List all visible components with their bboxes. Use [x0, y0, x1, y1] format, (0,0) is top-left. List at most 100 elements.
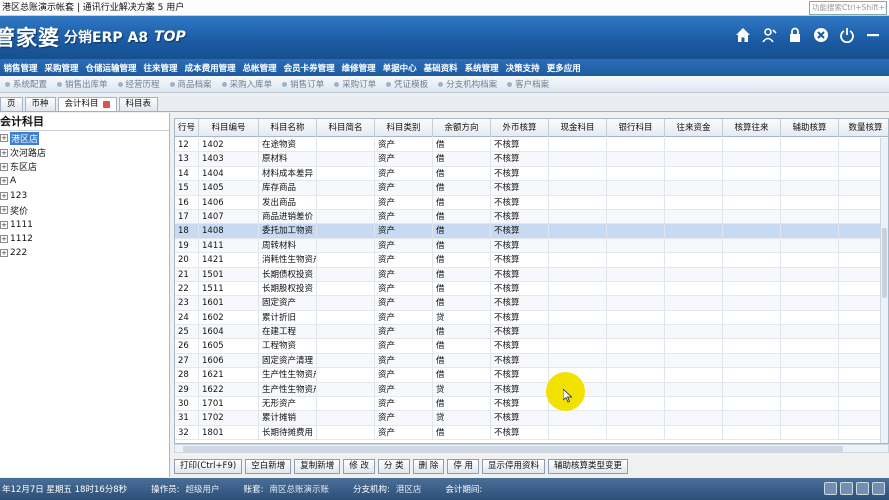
tab[interactable]: 会计科目: [57, 97, 117, 111]
expand-icon[interactable]: +: [0, 177, 8, 186]
table-row[interactable]: 22 1511 长期股权投资 资产借不核算: [175, 281, 887, 297]
table-row[interactable]: 26 1605 工程物资 资产借不核算: [175, 339, 887, 354]
action-button[interactable]: 修 改: [343, 458, 375, 474]
table-row[interactable]: 23 1601 固定资产 资产借不核算: [175, 296, 887, 311]
menu-item[interactable]: 决策支持: [502, 62, 543, 74]
status-tool-icon[interactable]: [824, 482, 837, 495]
quick-link[interactable]: 系统配置: [0, 78, 52, 90]
action-button[interactable]: 删 除: [412, 458, 445, 474]
vertical-scrollbar[interactable]: [880, 138, 888, 443]
action-button[interactable]: 停 用: [447, 458, 480, 474]
table-row[interactable]: 16 1406 发出商品 资产借不核算: [175, 195, 887, 210]
quick-link[interactable]: 采购订单: [329, 78, 381, 90]
column-header[interactable]: 数量核算: [839, 119, 888, 137]
quick-link[interactable]: 凭证模板: [381, 78, 433, 90]
expand-icon[interactable]: +: [0, 162, 8, 171]
table-row[interactable]: 18 1408 委托加工物资 资产借不核算: [175, 224, 887, 239]
menu-item[interactable]: 维修管理: [338, 62, 379, 74]
table-row[interactable]: 17 1407 商品进销差价 资产借不核算: [175, 209, 887, 225]
status-tool-icon[interactable]: [840, 482, 853, 495]
column-header[interactable]: 现金科目: [549, 119, 607, 137]
tree-node[interactable]: +222: [0, 246, 169, 260]
scroll-thumb[interactable]: [183, 446, 843, 452]
status-tool-icon[interactable]: [872, 482, 885, 495]
table-row[interactable]: 20 1421 消耗性生物资产 资产借不核算: [175, 253, 887, 268]
quick-link[interactable]: 分支机构档案: [433, 78, 502, 90]
menu-item[interactable]: 总帐管理: [239, 62, 280, 74]
expand-icon[interactable]: +: [0, 234, 8, 243]
menu-item[interactable]: 往来管理: [140, 62, 181, 74]
expand-icon[interactable]: +: [0, 148, 8, 157]
column-header[interactable]: 外币核算: [491, 119, 549, 137]
status-tool-icon[interactable]: [856, 482, 869, 495]
tree-node[interactable]: + 东区店: [0, 160, 169, 174]
minimize-icon[interactable]: [864, 26, 881, 43]
menu-item[interactable]: 采购管理: [41, 62, 82, 74]
table-row[interactable]: 27 1606 固定资产清理 资产借不核算: [175, 353, 887, 369]
action-button[interactable]: 显示停用资料: [482, 458, 546, 474]
table-row[interactable]: 30 1701 无形资产 资产借不核算: [175, 397, 887, 412]
table-row[interactable]: 13 1403 原材料 资产借不核算: [175, 152, 887, 167]
tab[interactable]: 页: [0, 97, 23, 111]
close-circle-icon[interactable]: [812, 26, 829, 43]
table-row[interactable]: 12 1402 在途物资 资产借不核算: [175, 138, 887, 153]
column-header[interactable]: 往来资金: [665, 119, 723, 137]
table-row[interactable]: 32 1801 长期待摊费用 资产借不核算: [175, 425, 887, 441]
quick-link[interactable]: 商品档案: [165, 78, 217, 90]
tab[interactable]: 币种: [24, 97, 56, 111]
tree-node[interactable]: +1111: [0, 217, 169, 231]
tree-node[interactable]: + 港区店: [0, 131, 169, 145]
expand-icon[interactable]: +: [0, 249, 8, 258]
action-button[interactable]: 辅助核算类型变更: [548, 458, 629, 474]
column-header[interactable]: 余额方向: [433, 119, 491, 137]
table-row[interactable]: 25 1604 在建工程 资产借不核算: [175, 325, 887, 340]
power-icon[interactable]: [838, 26, 855, 43]
tree-node[interactable]: + 奖价: [0, 203, 169, 217]
menu-item[interactable]: 系统管理: [461, 62, 502, 74]
function-search-input[interactable]: 功能搜索Ctrl+Shift+F: [809, 1, 887, 15]
column-header[interactable]: 辅助核算: [781, 119, 839, 137]
table-row[interactable]: 15 1405 库存商品 资产借不核算: [175, 181, 887, 196]
column-header[interactable]: 科目名称: [259, 119, 317, 137]
menu-item[interactable]: 更多应用: [543, 62, 584, 74]
scroll-thumb[interactable]: [882, 228, 887, 298]
lock-icon[interactable]: [786, 26, 803, 43]
expand-icon[interactable]: +: [0, 206, 8, 215]
column-header[interactable]: 科目简名: [317, 119, 375, 137]
table-row[interactable]: 24 1602 累计折旧 资产贷不核算: [175, 310, 887, 326]
menu-item[interactable]: 基础资料: [420, 62, 461, 74]
action-button[interactable]: 空白新增: [245, 458, 292, 474]
quick-link[interactable]: 销售出库单: [52, 78, 113, 90]
tree-node[interactable]: + 次河路店: [0, 145, 169, 159]
action-button[interactable]: 分 类: [377, 458, 410, 474]
quick-link[interactable]: 采购入库单: [217, 78, 278, 90]
column-header[interactable]: 行号: [175, 119, 199, 137]
table-row[interactable]: 28 1621 生产性生物资产 资产借不核算: [175, 368, 887, 383]
menu-item[interactable]: 单据中心: [379, 62, 420, 74]
table-row[interactable]: 19 1411 周转材料 资产借不核算: [175, 238, 887, 254]
menu-item[interactable]: 销售管理: [0, 62, 41, 74]
tree-node[interactable]: +123: [0, 189, 169, 203]
column-header[interactable]: 核算往来: [723, 119, 781, 137]
quick-link[interactable]: 经营历程: [113, 78, 165, 90]
user-icon[interactable]: [760, 26, 777, 43]
expand-icon[interactable]: +: [0, 191, 8, 200]
action-button[interactable]: 打印(Ctrl+F9): [174, 458, 243, 474]
table-row[interactable]: 21 1501 长期债权投资 资产借不核算: [175, 267, 887, 282]
menu-item[interactable]: 会员卡券管理: [280, 62, 338, 74]
column-header[interactable]: 科目编号: [199, 119, 259, 137]
column-header[interactable]: 银行科目: [607, 119, 665, 137]
quick-link[interactable]: 销售订单: [277, 78, 329, 90]
close-icon[interactable]: [102, 101, 110, 108]
table-row[interactable]: 31 1702 累计摊销 资产贷不核算: [175, 411, 887, 426]
table-row[interactable]: 14 1404 材料成本差异 资产借不核算: [175, 166, 887, 182]
column-header[interactable]: 科目类别: [375, 119, 433, 137]
menu-item[interactable]: 仓储运输管理: [82, 62, 140, 74]
horizontal-scrollbar[interactable]: [174, 444, 889, 453]
tab[interactable]: 科目表: [118, 97, 159, 111]
expand-icon[interactable]: +: [0, 220, 8, 229]
home-icon[interactable]: [734, 26, 751, 43]
action-button[interactable]: 复制新增: [294, 458, 341, 474]
tree-node[interactable]: + A: [0, 174, 169, 188]
tree-node[interactable]: +1112: [0, 232, 169, 246]
